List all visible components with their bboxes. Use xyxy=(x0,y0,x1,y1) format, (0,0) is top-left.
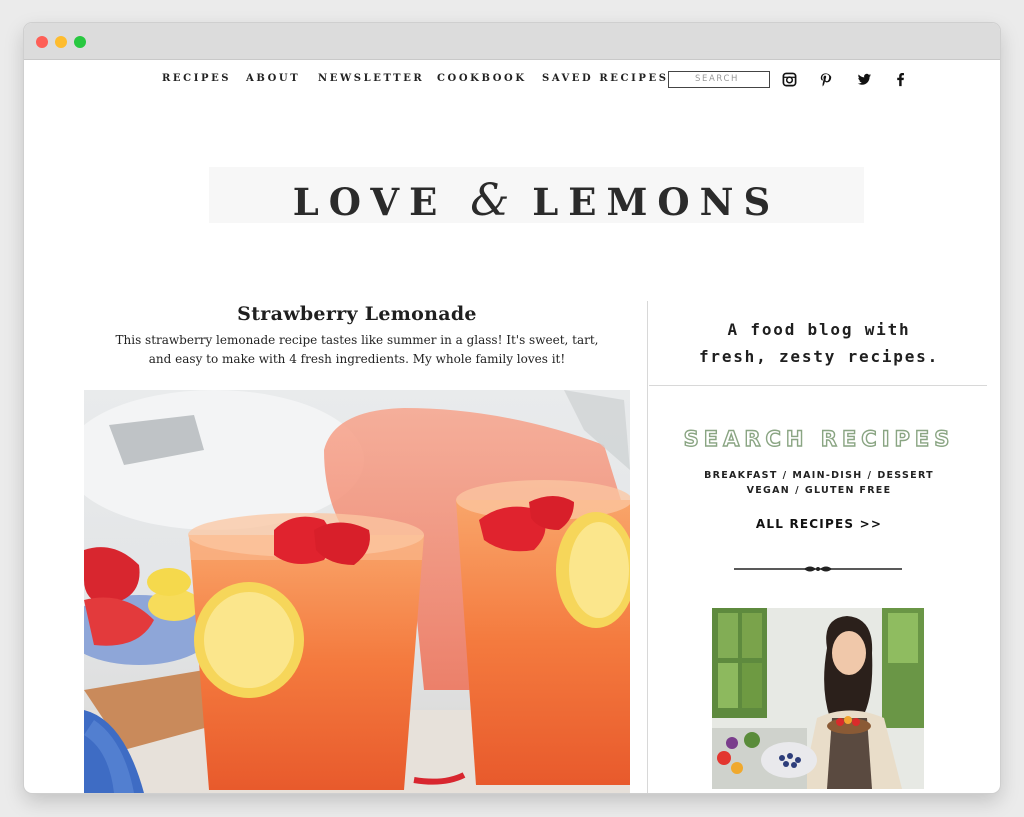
author-illustration xyxy=(712,608,924,789)
nav-link-about[interactable]: ABOUT xyxy=(246,73,300,84)
logo-text: LOVE & LEMONS xyxy=(209,175,864,226)
category-separator: / xyxy=(795,485,800,496)
nav-link-recipes[interactable]: RECIPES xyxy=(162,73,231,84)
category-separator: / xyxy=(782,470,788,481)
column-divider xyxy=(647,301,648,793)
nav-link-saved-recipes[interactable]: SAVED RECIPES xyxy=(542,73,669,84)
tagline-line-2: fresh, zesty recipes. xyxy=(698,347,940,366)
close-window-button[interactable] xyxy=(36,36,48,48)
minimize-window-button[interactable] xyxy=(55,36,67,48)
decorative-divider-icon xyxy=(734,566,902,572)
all-recipes-link[interactable]: ALL RECIPES >> xyxy=(664,517,974,531)
category-link-main-dish[interactable]: MAIN-DISH xyxy=(792,470,862,481)
logo-ampersand: & xyxy=(470,175,510,226)
category-link-gluten-free[interactable]: GLUTEN FREE xyxy=(805,485,892,496)
category-link-dessert[interactable]: DESSERT xyxy=(877,470,934,481)
post-description: This strawberry lemonade recipe tastes l… xyxy=(115,333,599,366)
facebook-icon[interactable] xyxy=(892,71,908,87)
site-tagline: A food blog with fresh, zesty recipes. xyxy=(664,316,974,370)
search-input[interactable]: SEARCH xyxy=(668,71,770,88)
post-title[interactable]: Strawberry Lemonade xyxy=(84,303,630,325)
maximize-window-button[interactable] xyxy=(74,36,86,48)
pinterest-icon[interactable] xyxy=(817,71,833,87)
window-titlebar xyxy=(24,23,1000,60)
logo-word-lemons: LEMONS xyxy=(532,180,781,224)
category-separator: / xyxy=(867,470,873,481)
nav-link-newsletter[interactable]: NEWSLETTER xyxy=(318,73,424,84)
lemonade-illustration xyxy=(84,390,630,793)
category-row-1: BREAKFAST / MAIN-DISH / DESSERT xyxy=(664,470,974,481)
category-link-breakfast[interactable]: BREAKFAST xyxy=(704,470,778,481)
twitter-icon[interactable] xyxy=(856,71,872,87)
author-photo[interactable] xyxy=(712,608,924,789)
tagline-line-1: A food blog with xyxy=(727,320,911,339)
site-logo[interactable]: LOVE & LEMONS xyxy=(209,167,864,226)
instagram-icon[interactable] xyxy=(781,71,797,87)
nav-link-cookbook[interactable]: COOKBOOK xyxy=(437,73,527,84)
category-row-2: VEGAN / GLUTEN FREE xyxy=(664,485,974,496)
strawberry-lemonade-photo[interactable] xyxy=(84,390,630,793)
browser-window: RECIPES ABOUT NEWSLETTER COOKBOOK SAVED … xyxy=(24,23,1000,793)
logo-word-love: LOVE xyxy=(292,180,448,224)
search-recipes-heading: SEARCH RECIPES xyxy=(683,426,955,451)
category-link-vegan[interactable]: VEGAN xyxy=(747,485,790,496)
top-navigation: RECIPES ABOUT NEWSLETTER COOKBOOK SAVED … xyxy=(24,71,1000,91)
sidebar-divider xyxy=(649,385,987,386)
